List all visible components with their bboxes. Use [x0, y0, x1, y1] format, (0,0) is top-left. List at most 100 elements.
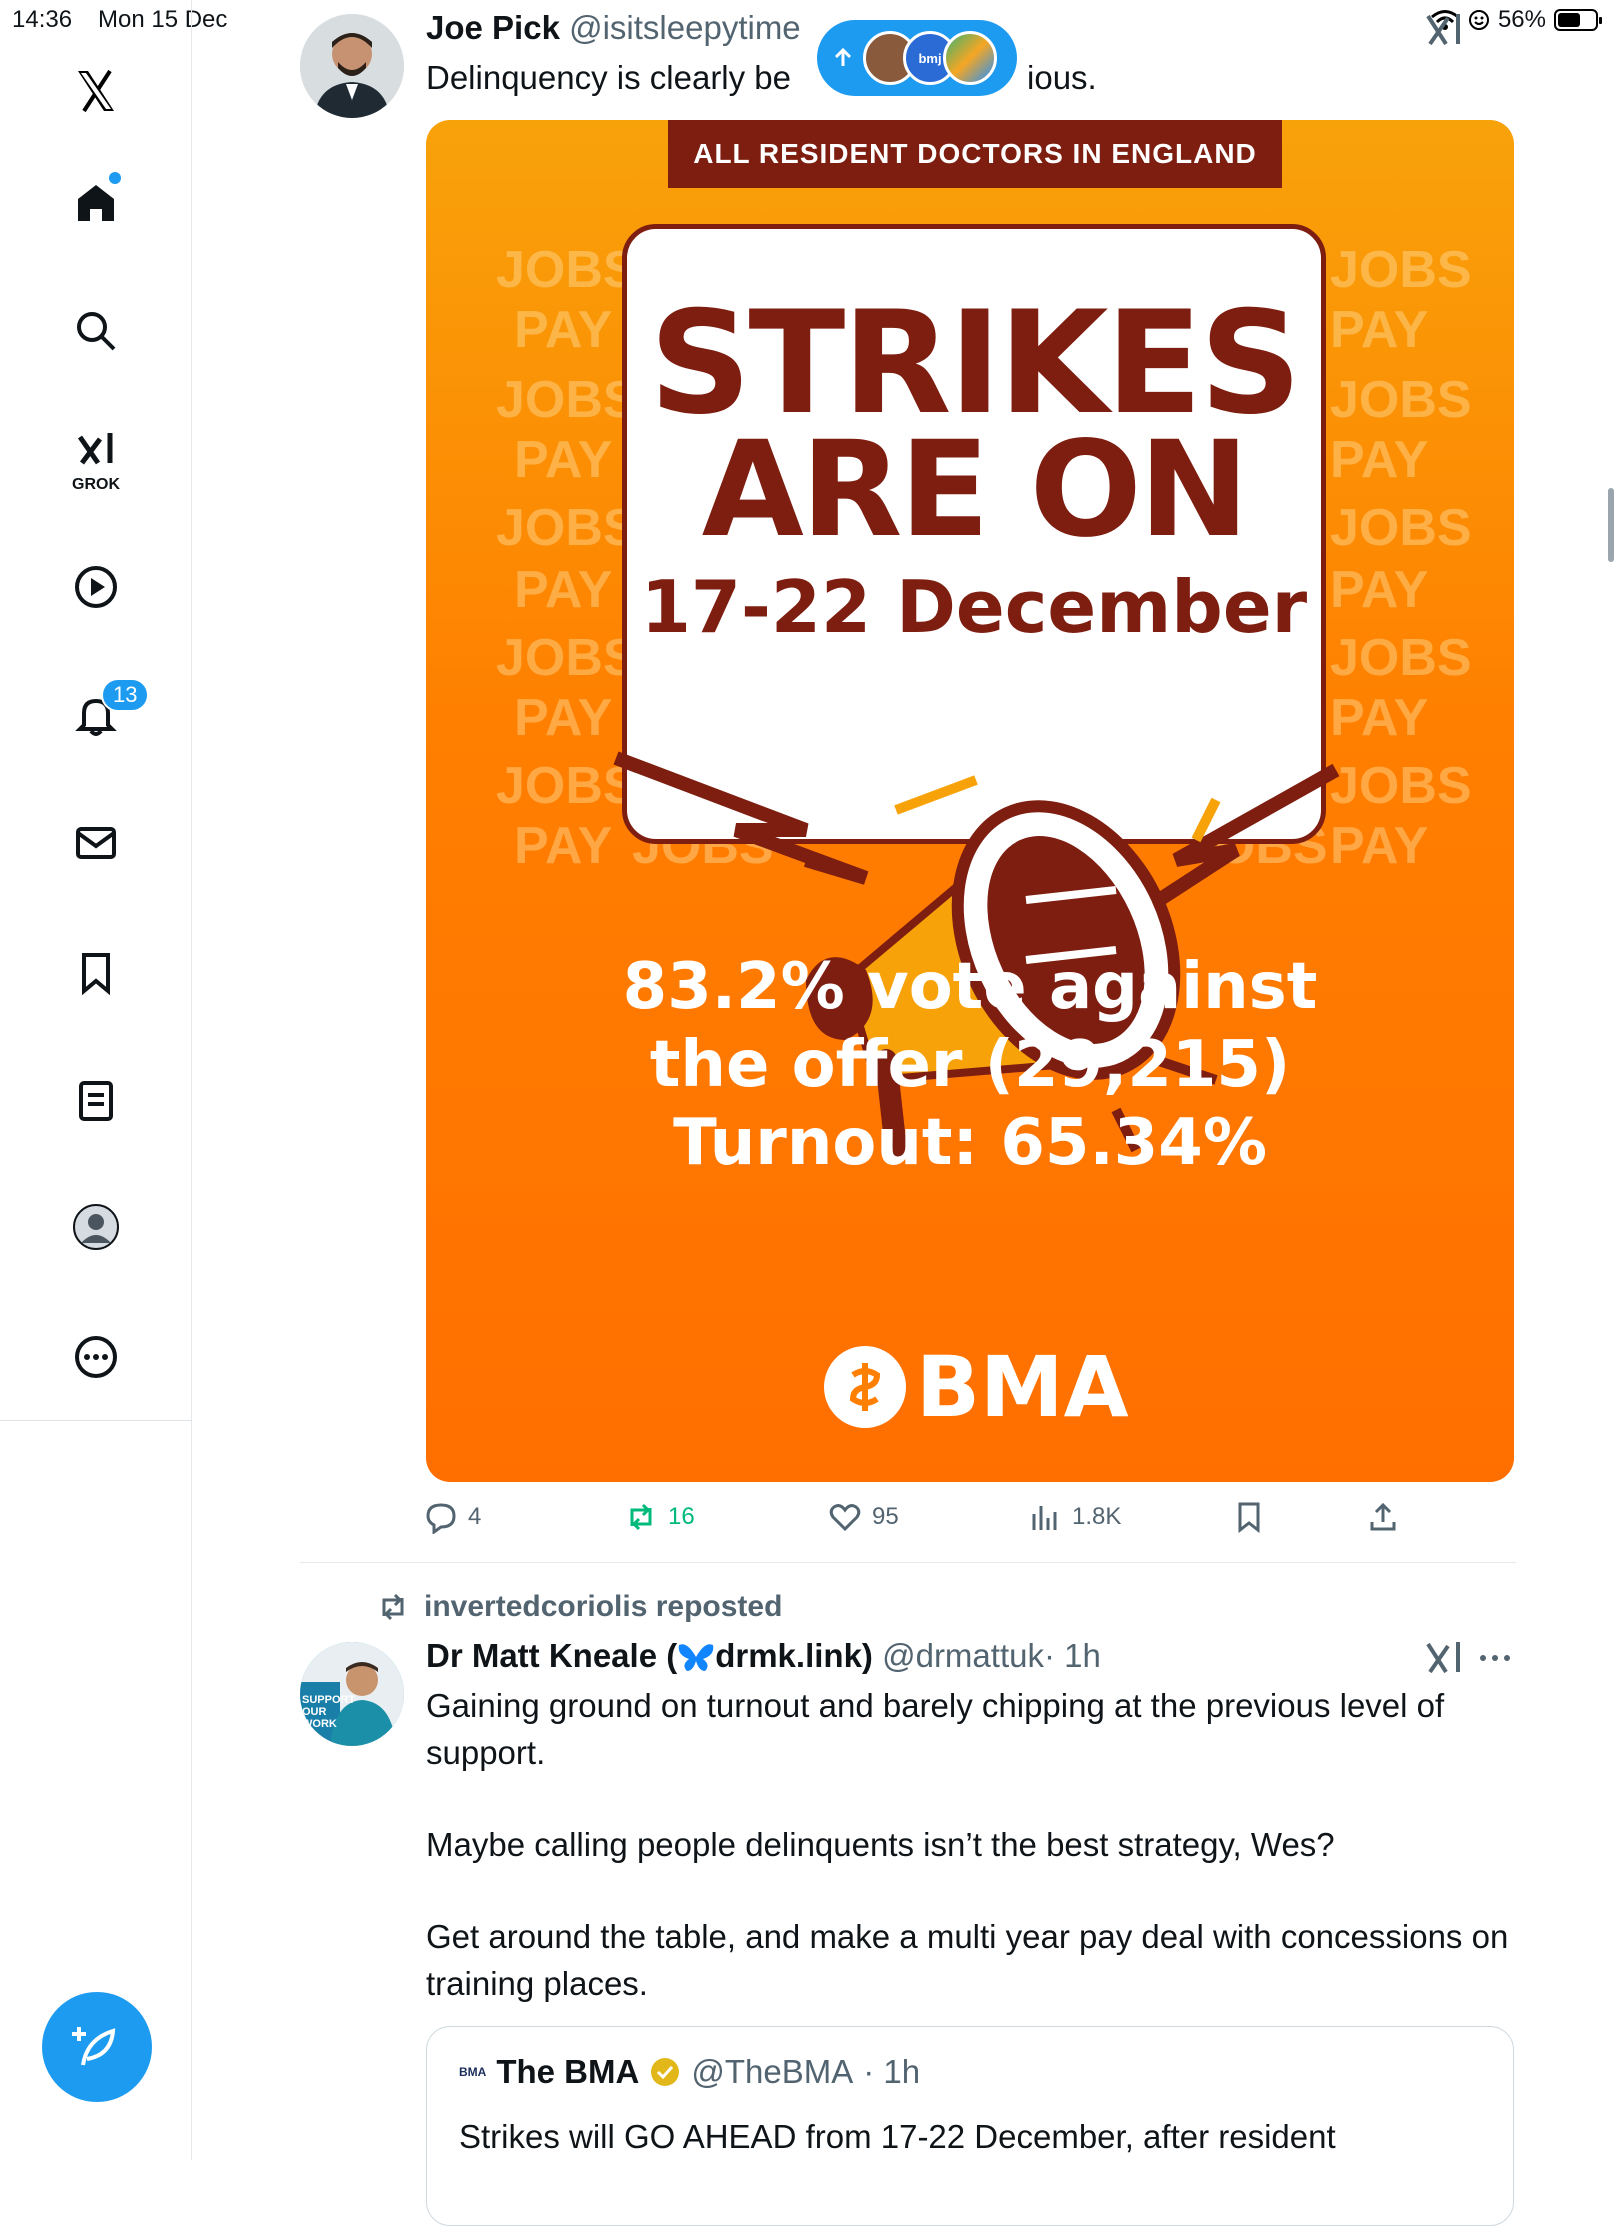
search-icon [77, 312, 116, 351]
butterfly-icon [678, 1644, 714, 1671]
poster-vote-line-2: the offer (29,215) [649, 1028, 1291, 1102]
reply-icon [426, 1503, 456, 1534]
sidebar-item-explore[interactable] [55, 290, 137, 372]
tweet-paragraph: Get around the table, and make a multi y… [426, 1918, 1509, 2002]
bg-word-pay: PAY [1330, 431, 1429, 489]
sidebar: GROK 13 [0, 0, 192, 2160]
status-bar: 14:36 Mon 15 Dec 56% [0, 0, 1620, 40]
tweet-header: Joe Pick @isitsleepytime [426, 6, 801, 50]
tweet-text-start: Delinquency is clearly be [426, 59, 792, 96]
grok-analyze-icon[interactable] [1424, 12, 1466, 48]
views-button[interactable]: 1.8K [1028, 1500, 1121, 1534]
play-icon [75, 566, 117, 608]
compose-feather-icon [72, 2027, 116, 2066]
bg-word-jobs: JOBS [1330, 241, 1472, 299]
grok-label: GROK [72, 476, 120, 493]
poster-dates: 17-22 December [640, 565, 1308, 649]
grok-analyze-icon[interactable] [1424, 1640, 1466, 1676]
repost-count: 16 [668, 1503, 695, 1530]
bg-word-jobs: JOBS [496, 241, 638, 299]
new-post-avatar-3 [943, 31, 997, 85]
compose-post-button[interactable] [42, 1992, 152, 2102]
quoted-tweet-header: BMA The BMA @TheBMA · 1h [459, 2053, 920, 2091]
bg-word-pay: PAY [1330, 301, 1429, 359]
quoted-tweet[interactable]: BMA The BMA @TheBMA · 1h Strikes will GO … [426, 2026, 1514, 2226]
author-handle[interactable]: @drmattuk [882, 1637, 1044, 1674]
verified-badge-icon [651, 2058, 680, 2086]
quoted-author-handle: @TheBMA [691, 2053, 854, 2090]
bookmark-icon [1238, 1502, 1260, 1534]
like-count: 95 [872, 1503, 899, 1530]
quoted-tweet-time: · 1h [863, 2053, 921, 2090]
share-icon [1370, 1502, 1396, 1531]
reply-count: 4 [468, 1503, 482, 1530]
reply-button[interactable]: 4 [424, 1500, 481, 1534]
battery-icon [1554, 9, 1602, 31]
avatar-caption: SUPPORT OUR WORK [302, 1694, 356, 1730]
tweet-image-poster[interactable]: ALL RESIDENT DOCTORS IN ENGLAND JOBS PAY… [426, 120, 1514, 1482]
repost-icon [630, 1503, 652, 1531]
bookmark-button[interactable] [1232, 1500, 1266, 1534]
x-logo-icon[interactable] [55, 50, 137, 132]
bookmark-icon [82, 953, 110, 996]
bg-word-jobs: JOBS [496, 371, 638, 429]
poster-headline-2: ARE ON [701, 413, 1250, 567]
heart-icon [829, 1504, 861, 1532]
sidebar-item-lists[interactable] [55, 1060, 137, 1142]
sidebar-item-profile[interactable] [55, 1186, 137, 1268]
bma-logo-text: BMA [916, 1338, 1129, 1436]
share-button[interactable] [1366, 1500, 1400, 1534]
sidebar-item-video[interactable] [55, 546, 137, 628]
sidebar-item-more[interactable] [55, 1316, 137, 1398]
author-handle[interactable]: @isitsleepytime [569, 9, 801, 46]
tweet-time[interactable]: · 1h [1044, 1637, 1101, 1674]
sidebar-divider [0, 1420, 192, 1421]
repost-icon [382, 1593, 404, 1621]
tweet-header: Dr Matt Kneale ( drmk.link) @drmattuk· 1h [426, 1634, 1101, 1678]
reposted-by: invertedcoriolis reposted [424, 1590, 783, 1623]
new-posts-pill[interactable]: bmj [817, 20, 1017, 96]
views-count: 1.8K [1072, 1503, 1122, 1530]
bma-logo: BMA [824, 1338, 1129, 1436]
tweet-paragraph: Maybe calling people delinquents isn’t t… [426, 1826, 1335, 1863]
sidebar-item-messages[interactable] [55, 802, 137, 884]
list-icon [79, 1081, 113, 1121]
profile-avatar-icon [73, 1204, 119, 1250]
author-avatar[interactable]: SUPPORT OUR WORK [300, 1642, 404, 1746]
poster-banner: ALL RESIDENT DOCTORS IN ENGLAND [668, 120, 1282, 188]
scrollbar[interactable] [1608, 488, 1614, 562]
grok-icon [77, 433, 113, 465]
author-name-prefix[interactable]: Dr Matt Kneale ( [426, 1637, 677, 1674]
bg-word-pay: PAY [514, 431, 613, 489]
bg-word-pay: PAY [1330, 561, 1429, 619]
repost-indicator[interactable]: invertedcoriolis reposted [376, 1590, 782, 1624]
quoted-tweet-text: Strikes will GO AHEAD from 17-22 Decembe… [459, 2118, 1336, 2155]
repost-button[interactable]: 16 [624, 1500, 695, 1534]
bg-word-jobs: JOBS [1330, 499, 1472, 557]
home-icon [78, 185, 114, 221]
bg-word-jobs: JOBS [1330, 371, 1472, 429]
bg-word-jobs: JOBS [496, 499, 638, 557]
tweet-body: Gaining ground on turnout and barely chi… [426, 1682, 1516, 2007]
poster-vote-line-1: 83.2% vote against [622, 950, 1318, 1024]
focus-icon [1468, 10, 1489, 30]
tweet-paragraph: Gaining ground on turnout and barely chi… [426, 1687, 1445, 1771]
bg-word-pay: PAY [514, 561, 613, 619]
bma-logo-mark [824, 1346, 906, 1428]
author-name-suffix[interactable]: drmk.link) [715, 1637, 873, 1674]
battery-percent: 56% [1497, 6, 1546, 33]
views-icon [1032, 1506, 1057, 1530]
quoted-author-name: The BMA [496, 2053, 640, 2090]
sidebar-item-home[interactable] [55, 162, 137, 244]
like-button[interactable]: 95 [828, 1500, 899, 1534]
author-name[interactable]: Joe Pick [426, 9, 560, 46]
sidebar-item-bookmarks[interactable] [55, 932, 137, 1014]
bma-small-logo: BMA [459, 2065, 487, 2079]
tweet-actions: 4 16 95 1.8K [424, 1500, 1424, 1544]
new-posts-dot [109, 172, 121, 184]
tweet-divider [300, 1562, 1516, 1563]
sidebar-item-notifications[interactable]: 13 [55, 674, 150, 756]
author-avatar[interactable] [300, 14, 404, 118]
bg-word-pay: PAY [514, 301, 613, 359]
more-options-icon[interactable] [1478, 1648, 1512, 1668]
